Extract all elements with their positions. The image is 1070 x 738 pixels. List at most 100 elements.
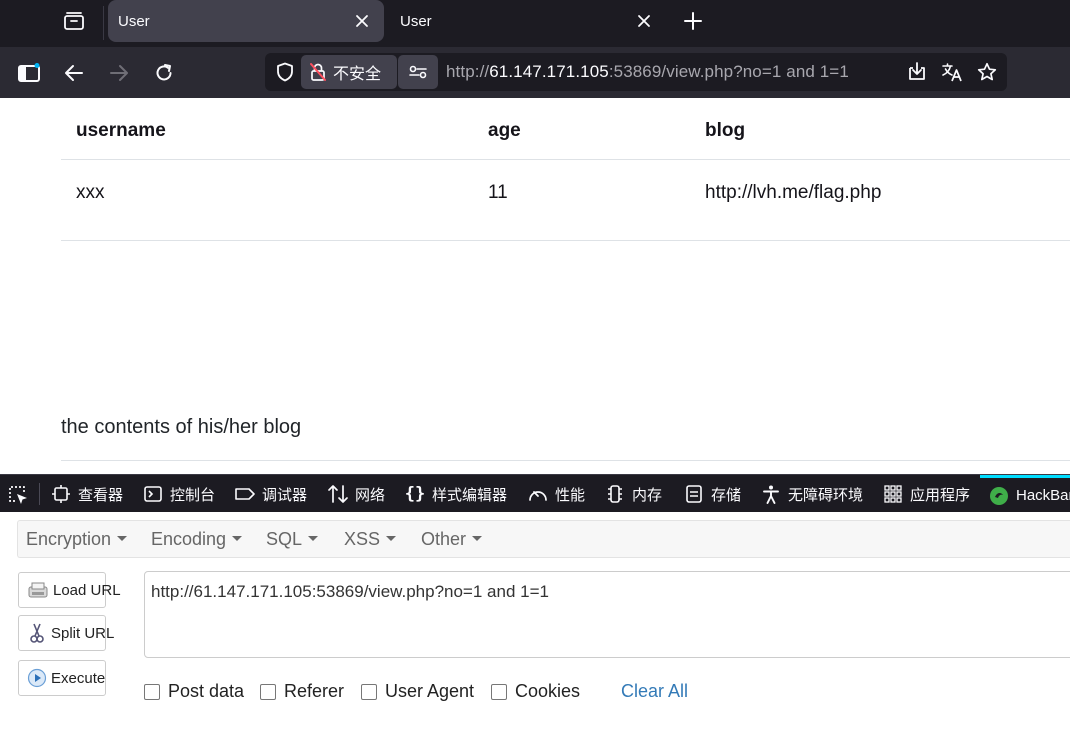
application-icon (882, 483, 904, 505)
back-button[interactable] (58, 57, 90, 89)
close-tab-button[interactable] (634, 11, 654, 31)
user-agent-checkbox[interactable]: User Agent (361, 681, 474, 702)
column-header-blog: blog (705, 120, 746, 141)
download-icon (909, 62, 925, 80)
post-data-checkbox[interactable]: Post data (144, 681, 244, 702)
menu-label: Encryption (26, 529, 112, 549)
address-bar[interactable]: 不安全 http://61.147.171.105:53869/view.php… (265, 53, 1007, 91)
menu-xss[interactable]: XSS (344, 529, 397, 550)
hackbar-panel: Encryption Encoding SQL XSS Other Load U… (0, 512, 1070, 738)
tab-console[interactable]: 控制台 (142, 475, 215, 513)
console-icon (142, 483, 164, 505)
forward-button[interactable] (103, 57, 135, 89)
tab-label: 性能 (555, 486, 586, 504)
tab-application[interactable]: 应用程序 (882, 475, 970, 513)
arrow-left-icon (65, 65, 83, 81)
cookies-checkbox[interactable]: Cookies (491, 681, 580, 702)
menu-other[interactable]: Other (421, 529, 483, 550)
menu-encoding[interactable]: Encoding (151, 529, 243, 550)
url-textarea[interactable]: http://61.147.171.105:53869/view.php?no=… (144, 571, 1070, 658)
tab-debugger[interactable]: 调试器 (234, 475, 307, 513)
tab-title: User (400, 12, 432, 30)
accessibility-icon (760, 483, 782, 505)
referer-checkbox[interactable]: Referer (260, 681, 344, 702)
tracking-protection-button[interactable] (271, 58, 299, 86)
devtools-toolbar: 查看器 控制台 调试器 网络 {} 样式编辑器 性能 内存 存储 无障碍环境 应… (0, 474, 1070, 512)
url-host: 61.147.171.105 (489, 62, 609, 81)
hackbar-icon (988, 485, 1010, 507)
tab-memory[interactable]: 内存 (604, 475, 662, 513)
browser-tab-strip: User User (0, 0, 1070, 47)
page-content: username age blog xxx 11 http://lvh.me/f… (0, 98, 1070, 474)
button-label: Load URL (53, 581, 121, 599)
tab-style-editor[interactable]: {} 样式编辑器 (404, 475, 507, 513)
close-tab-button[interactable] (352, 11, 372, 31)
tab-label: 样式编辑器 (432, 486, 508, 504)
button-label: Execute (51, 669, 106, 687)
translate-button[interactable] (938, 58, 966, 86)
url-path: :53869/view.php?no=1 and 1=1 (608, 62, 849, 81)
save-page-button[interactable] (903, 58, 931, 86)
checkbox[interactable] (491, 683, 507, 700)
tab-title: User (118, 12, 150, 30)
chevron-down-icon (308, 535, 319, 541)
url-text[interactable]: http://61.147.171.105:53869/view.php?no=… (446, 62, 849, 82)
menu-encryption[interactable]: Encryption (26, 529, 128, 550)
sidebar-icon (18, 63, 40, 82)
menu-sql[interactable]: SQL (266, 529, 319, 550)
network-icon (327, 483, 349, 505)
chevron-down-icon (472, 535, 483, 541)
permissions-button[interactable] (398, 55, 438, 89)
tab-label: 查看器 (78, 486, 124, 504)
menu-label: Other (421, 529, 467, 549)
tab-label: 网络 (355, 486, 386, 504)
checkbox[interactable] (361, 683, 377, 700)
close-icon (356, 15, 368, 27)
shield-icon (277, 62, 293, 82)
clear-all-link[interactable]: Clear All (621, 681, 688, 702)
navigation-toolbar: 不安全 http://61.147.171.105:53869/view.php… (0, 47, 1070, 98)
site-security-indicator[interactable]: 不安全 (301, 55, 397, 89)
tab-accessibility[interactable]: 无障碍环境 (760, 475, 863, 513)
column-header-username: username (76, 120, 166, 141)
execute-button[interactable]: Execute (18, 660, 106, 696)
load-url-button[interactable]: Load URL (18, 572, 121, 608)
url-scheme: http:// (446, 62, 490, 81)
tab-overview-button[interactable] (54, 6, 94, 36)
play-icon (27, 667, 47, 689)
checkbox[interactable] (260, 683, 276, 700)
tab-network[interactable]: 网络 (327, 475, 385, 513)
insecure-lock-icon (310, 63, 326, 81)
tab-storage[interactable]: 存储 (683, 475, 741, 513)
new-tab-button[interactable] (678, 7, 708, 35)
chevron-down-icon (232, 535, 243, 541)
tab-inspector[interactable]: 查看器 (50, 475, 123, 513)
security-label: 不安全 (333, 66, 382, 83)
checkbox-label: Cookies (515, 681, 581, 701)
tab-hackbar[interactable]: HackBar (980, 475, 1070, 513)
debugger-icon (234, 483, 256, 505)
bookmark-button[interactable] (973, 58, 1001, 86)
tab-label: 调试器 (262, 486, 308, 504)
inspector-icon (50, 483, 72, 505)
split-url-button[interactable]: Split URL (18, 615, 114, 651)
tab-user-inactive[interactable]: User (390, 0, 666, 42)
element-picker-button[interactable] (6, 484, 30, 506)
checkbox[interactable] (144, 683, 160, 700)
tab-label: 无障碍环境 (788, 486, 864, 504)
menu-label: SQL (266, 529, 303, 549)
star-icon (977, 62, 997, 81)
user-table: username age blog xxx 11 http://lvh.me/f… (61, 98, 1070, 241)
checkbox-label: Referer (284, 681, 345, 701)
sidebar-toggle-button[interactable] (13, 57, 45, 89)
reload-button[interactable] (148, 57, 180, 89)
tab-label: 应用程序 (910, 486, 971, 504)
tab-user-active[interactable]: User (108, 0, 384, 42)
chevron-down-icon (386, 535, 397, 541)
cell-blog: http://lvh.me/flag.php (705, 182, 882, 203)
tab-performance[interactable]: 性能 (527, 475, 585, 513)
reload-icon (156, 64, 172, 81)
arrow-right-icon (110, 65, 128, 81)
memory-icon (604, 483, 626, 505)
tab-overview-icon (64, 12, 84, 30)
